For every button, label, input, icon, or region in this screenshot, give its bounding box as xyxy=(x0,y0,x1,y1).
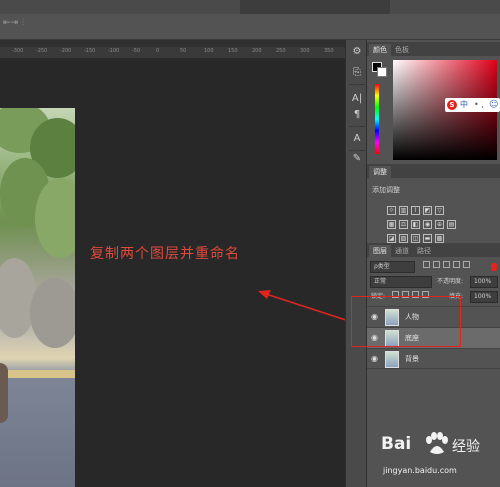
adjustment-row-3: ◪ ▨ ◫ ▬ ▩ xyxy=(387,225,447,243)
glyphs-icon[interactable]: A xyxy=(350,132,364,146)
title-dark-block xyxy=(240,0,390,14)
opacity-label: 不透明度: xyxy=(437,278,464,285)
divider xyxy=(349,126,365,127)
background-color-swatch[interactable] xyxy=(377,67,387,77)
baidu-paw-icon xyxy=(426,432,448,454)
filter-adjust-icon[interactable] xyxy=(433,261,440,268)
blend-mode-select[interactable]: 正常 xyxy=(370,276,432,288)
tab-channels[interactable]: 通道 xyxy=(391,245,413,257)
document-photo[interactable] xyxy=(0,108,75,487)
ruler-tick: -250 xyxy=(36,48,48,54)
annotation-text: 复制两个图层并重命名 xyxy=(90,246,240,262)
layers-panel-tabs: 图层 通道 路径 xyxy=(367,243,500,257)
horizontal-ruler: -300 -250 -200 -150 -100 -50 0 50 100 15… xyxy=(0,47,345,59)
character-icon[interactable]: A| xyxy=(350,92,364,106)
invert-icon[interactable]: ◪ xyxy=(387,234,396,243)
filter-pixel-icon[interactable] xyxy=(423,261,430,268)
photoshop-window: ⇤⇥ ⫶ -300 -250 -200 -150 -100 -50 0 50 1… xyxy=(0,0,500,487)
document-tab-strip xyxy=(0,40,345,47)
options-bar: ⇤⇥ ⫶ xyxy=(0,0,500,40)
ruler-tick: -300 xyxy=(12,48,24,54)
tab-paths[interactable]: 路径 xyxy=(413,245,435,257)
ruler-tick: 200 xyxy=(252,48,262,54)
tab-color[interactable]: 颜色 xyxy=(369,44,391,56)
ime-toolbar[interactable]: S 中 • , ☺ xyxy=(445,98,500,112)
right-panels: 颜色 色板 S 中 • , ☺ 调整 添加调整 ☼ ▥ ⌇ ◩ ▽ ▦ ⚖ ◧ ◉ ⊕ ▤ ◪ ▨ ◫… xyxy=(367,40,500,487)
road-curb xyxy=(0,370,75,378)
fill-input[interactable]: 100% xyxy=(470,291,498,303)
layer-filter-select[interactable]: ρ类型 xyxy=(370,261,415,273)
smiley-icon[interactable]: ☺ xyxy=(489,99,498,111)
watermark-brand-right: 经验 xyxy=(452,439,480,455)
baidu-jingyan-watermark: Bai 经验 jingyan.baidu.com xyxy=(377,430,497,485)
ruler-tick: 150 xyxy=(228,48,238,54)
filter-toggle-icon[interactable] xyxy=(491,263,497,271)
road xyxy=(0,378,75,487)
tab-swatches[interactable]: 色板 xyxy=(391,44,413,56)
ruler-tick: -50 xyxy=(132,48,141,54)
ruler-tick: 250 xyxy=(276,48,286,54)
layer-name[interactable]: 背景 xyxy=(405,354,419,364)
hue-slider[interactable] xyxy=(375,84,379,154)
highlight-box xyxy=(351,296,461,347)
selective-color-icon[interactable]: ▩ xyxy=(435,234,444,243)
opacity-input[interactable]: 100% xyxy=(470,276,498,288)
threshold-icon[interactable]: ◫ xyxy=(411,234,420,243)
gradient-map-icon[interactable]: ▬ xyxy=(423,234,432,243)
visibility-eye-icon[interactable]: ◉ xyxy=(371,354,379,364)
adjust-panel-tabs: 调整 xyxy=(367,164,500,178)
layer-thumbnail xyxy=(385,351,399,368)
divider xyxy=(349,84,365,85)
ime-mode-label[interactable]: 中 xyxy=(460,99,468,111)
tab-layers[interactable]: 图层 xyxy=(369,245,391,257)
align-icon[interactable]: ⇤⇥ xyxy=(3,18,18,28)
paragraph-icon[interactable]: ¶ xyxy=(350,108,364,122)
person-figure xyxy=(0,363,8,423)
ruler-tick: -200 xyxy=(60,48,72,54)
brush-settings-icon[interactable]: ✎ xyxy=(350,152,364,166)
ruler-tick: 100 xyxy=(204,48,214,54)
watermark-url: jingyan.baidu.com xyxy=(383,466,457,475)
ruler-tick: -100 xyxy=(108,48,120,54)
color-panel-tabs: 颜色 色板 xyxy=(367,42,500,56)
add-adjustment-label: 添加调整 xyxy=(372,186,400,194)
sogou-icon[interactable]: S xyxy=(447,100,457,110)
history-icon[interactable]: ⚙ xyxy=(350,45,364,59)
ruler-tick: 0 xyxy=(156,48,160,54)
foliage xyxy=(35,178,75,258)
panel-dock-column: ⚙ ⎘ A| ¶ A ✎ xyxy=(345,40,367,487)
distribute-icon[interactable]: ⫶ xyxy=(22,18,24,28)
adjustment-row-2: ▦ ⚖ ◧ ◉ ⊕ ▤ xyxy=(387,211,459,229)
layer-filter-icons xyxy=(423,261,473,273)
posterize-icon[interactable]: ▨ xyxy=(399,234,408,243)
properties-icon[interactable]: ⎘ xyxy=(350,66,364,80)
tab-adjustments[interactable]: 调整 xyxy=(369,166,391,178)
ruler-tick: -150 xyxy=(84,48,96,54)
filter-type-icon[interactable] xyxy=(443,261,450,268)
filter-smart-icon[interactable] xyxy=(463,261,470,268)
filter-shape-icon[interactable] xyxy=(453,261,460,268)
ruler-tick: 300 xyxy=(300,48,310,54)
divider xyxy=(349,150,365,151)
watermark-brand-left: Bai xyxy=(381,434,412,454)
ruler-tick: 50 xyxy=(180,48,187,54)
ime-punctuation-label[interactable]: • , xyxy=(474,99,484,111)
color-lookup-icon[interactable]: ▤ xyxy=(447,220,456,229)
adjustment-row-1: ☼ ▥ ⌇ ◩ ▽ xyxy=(387,197,447,215)
ruler-tick: 350 xyxy=(324,48,334,54)
layer-row[interactable]: ◉ 背景 xyxy=(367,348,500,369)
rock-wall xyxy=(30,278,75,348)
